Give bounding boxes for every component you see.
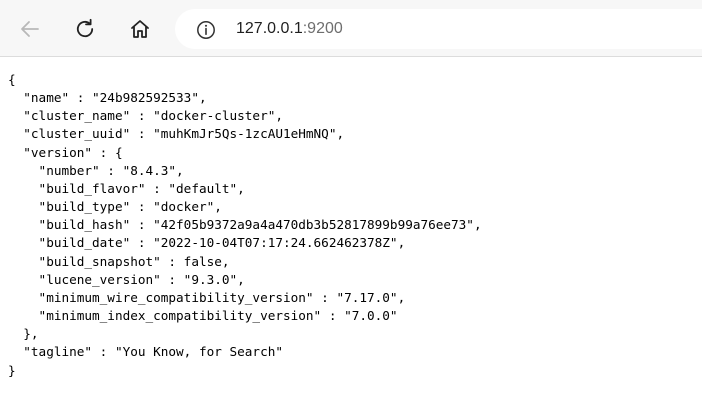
url-text[interactable]: 127.0.0.1:9200 — [236, 19, 343, 39]
home-button[interactable] — [125, 14, 155, 44]
json-line: "name" : "24b982592533", — [8, 90, 207, 106]
arrow-left-icon — [21, 21, 39, 37]
browser-toolbar: 127.0.0.1:9200 — [0, 0, 702, 57]
json-line: "minimum_wire_compatibility_version" : "… — [8, 289, 406, 305]
json-line: "tagline" : "You Know, for Search" — [8, 344, 283, 360]
reload-button[interactable] — [70, 14, 100, 44]
json-line: "build_snapshot" : false, — [8, 253, 230, 269]
home-icon — [131, 20, 149, 38]
json-response: { "name" : "24b982592533", "cluster_name… — [8, 71, 482, 380]
json-line: "minimum_index_compatibility_version" : … — [8, 308, 398, 324]
json-line: "build_hash" : "42f05b9372a9a4a470db3b52… — [8, 217, 482, 233]
json-line: "build_date" : "2022-10-04T07:17:24.6624… — [8, 235, 406, 251]
back-button[interactable] — [15, 14, 45, 44]
url-host: 127.0.0.1 — [236, 20, 303, 37]
json-line: "number" : "8.4.3", — [8, 162, 184, 178]
reload-icon — [76, 18, 94, 38]
json-line: }, — [8, 326, 39, 342]
json-line: { — [8, 72, 16, 87]
json-line: "cluster_uuid" : "muhKmJr5Qs-1zcAU1eHmNQ… — [8, 126, 345, 142]
json-line: "lucene_version" : "9.3.0", — [8, 271, 245, 287]
json-line: "cluster_name" : "docker-cluster", — [8, 108, 283, 124]
json-line: "build_type" : "docker", — [8, 199, 222, 215]
info-circle-icon[interactable] — [196, 20, 216, 40]
json-line: "build_flavor" : "default", — [8, 180, 245, 196]
json-line: "version" : { — [8, 144, 123, 160]
url-port: :9200 — [302, 20, 343, 37]
json-line: } — [8, 362, 16, 378]
address-bar[interactable]: 127.0.0.1:9200 — [175, 9, 702, 49]
